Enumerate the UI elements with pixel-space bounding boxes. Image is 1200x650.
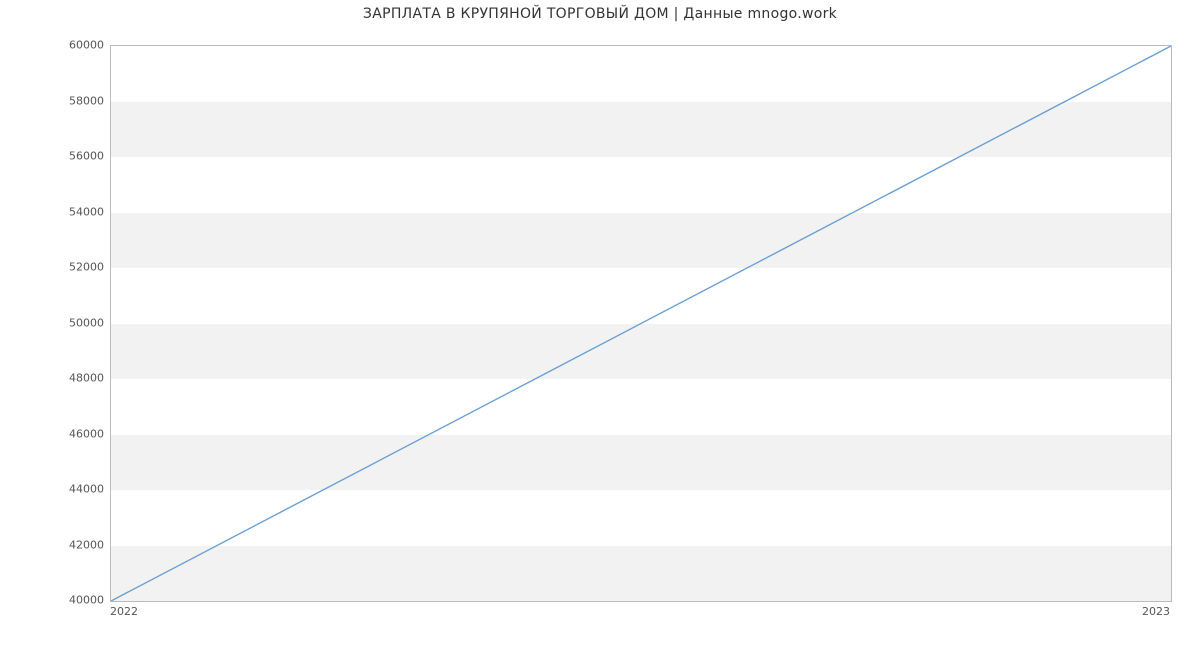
line-svg — [111, 46, 1171, 601]
y-tick-label: 56000 — [4, 150, 104, 163]
y-tick-label: 54000 — [4, 205, 104, 218]
x-tick-label: 2022 — [110, 605, 138, 618]
chart-container: ЗАРПЛАТА В КРУПЯНОЙ ТОРГОВЫЙ ДОМ | Данны… — [0, 0, 1200, 650]
y-tick-label: 42000 — [4, 538, 104, 551]
plot-area — [110, 45, 1172, 602]
y-tick-label: 44000 — [4, 483, 104, 496]
y-tick-label: 50000 — [4, 316, 104, 329]
y-tick-label: 58000 — [4, 94, 104, 107]
x-tick-label: 2023 — [1142, 605, 1170, 618]
y-tick-label: 52000 — [4, 261, 104, 274]
y-tick-label: 60000 — [4, 39, 104, 52]
data-line — [111, 46, 1171, 601]
y-tick-label: 46000 — [4, 427, 104, 440]
chart-title: ЗАРПЛАТА В КРУПЯНОЙ ТОРГОВЫЙ ДОМ | Данны… — [0, 6, 1200, 22]
y-tick-label: 40000 — [4, 594, 104, 607]
y-tick-label: 48000 — [4, 372, 104, 385]
